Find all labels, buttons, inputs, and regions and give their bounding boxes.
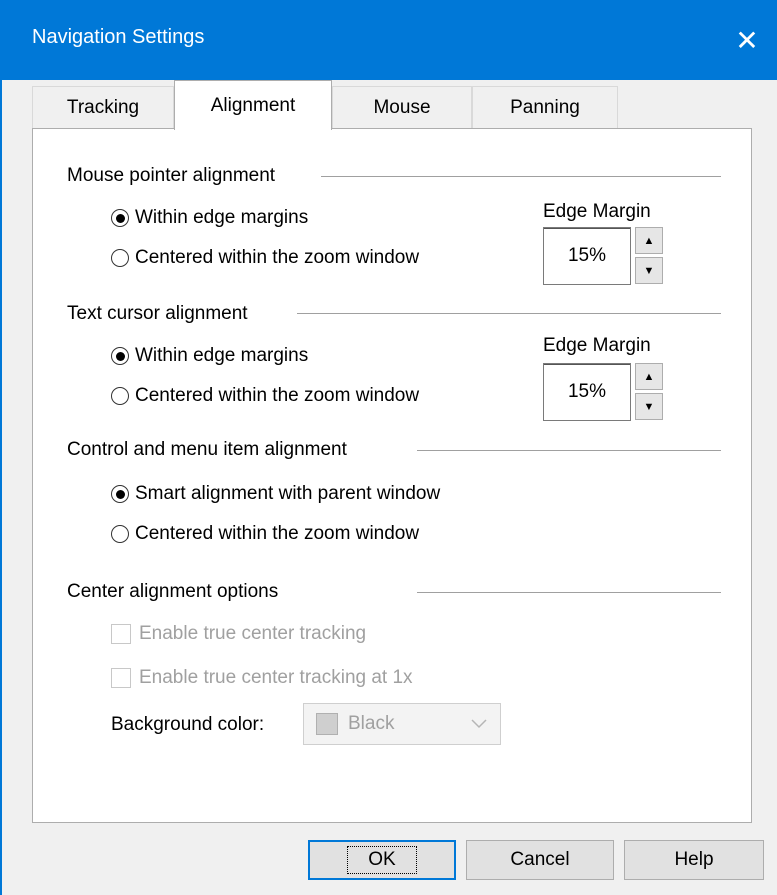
alignment-panel: Mouse pointer alignment Within edge marg… bbox=[32, 128, 752, 823]
window-border bbox=[0, 80, 2, 895]
color-swatch bbox=[316, 713, 338, 735]
checkbox-label: Enable true center tracking at 1x bbox=[139, 667, 413, 688]
mouse-pointer-group-title: Mouse pointer alignment bbox=[67, 165, 276, 186]
tab-mouse[interactable]: Mouse bbox=[332, 86, 472, 128]
radio-label: Centered within the zoom window bbox=[135, 385, 420, 406]
spin-up-icon[interactable]: ▲ bbox=[635, 227, 663, 254]
group-divider bbox=[417, 450, 721, 451]
background-color-label: Background color: bbox=[111, 714, 265, 735]
radio-selected-icon bbox=[111, 209, 129, 227]
spin-down-icon[interactable]: ▼ bbox=[635, 393, 663, 420]
group-divider bbox=[417, 592, 721, 593]
radio-unselected-icon bbox=[111, 525, 129, 543]
checkbox-icon bbox=[111, 668, 131, 688]
cancel-button[interactable]: Cancel bbox=[466, 840, 614, 880]
text-edge-margin-input[interactable]: 15% bbox=[543, 363, 631, 421]
close-icon[interactable]: ✕ bbox=[717, 0, 777, 80]
tab-alignment[interactable]: Alignment bbox=[174, 80, 332, 130]
text-within-margins-radio[interactable]: Within edge margins bbox=[111, 345, 308, 367]
mouse-edge-margin-input[interactable]: 15% bbox=[543, 227, 631, 285]
tab-panning[interactable]: Panning bbox=[472, 86, 618, 128]
text-edge-margin-label: Edge Margin bbox=[543, 335, 651, 356]
mouse-edge-margin-label: Edge Margin bbox=[543, 201, 651, 222]
true-center-checkbox[interactable]: Enable true center tracking bbox=[111, 623, 366, 645]
radio-unselected-icon bbox=[111, 387, 129, 405]
control-menu-group-title: Control and menu item alignment bbox=[67, 439, 347, 460]
group-divider bbox=[321, 176, 721, 177]
radio-label: Within edge margins bbox=[135, 207, 309, 228]
true-center-1x-checkbox[interactable]: Enable true center tracking at 1x bbox=[111, 667, 413, 689]
mouse-within-margins-radio[interactable]: Within edge margins bbox=[111, 207, 308, 229]
radio-label: Centered within the zoom window bbox=[135, 523, 420, 544]
spin-down-icon[interactable]: ▼ bbox=[635, 257, 663, 284]
window-title: Navigation Settings bbox=[32, 26, 205, 48]
checkbox-label: Enable true center tracking bbox=[139, 623, 367, 644]
radio-label: Within edge margins bbox=[135, 345, 309, 366]
spin-up-icon[interactable]: ▲ bbox=[635, 363, 663, 390]
help-button[interactable]: Help bbox=[624, 840, 764, 880]
smart-alignment-radio[interactable]: Smart alignment with parent window bbox=[111, 483, 440, 505]
text-centered-radio[interactable]: Centered within the zoom window bbox=[111, 385, 419, 407]
checkbox-icon bbox=[111, 624, 131, 644]
background-color-select[interactable]: Black bbox=[303, 703, 501, 745]
radio-selected-icon bbox=[111, 347, 129, 365]
mouse-centered-radio[interactable]: Centered within the zoom window bbox=[111, 247, 419, 269]
radio-selected-icon bbox=[111, 485, 129, 503]
radio-unselected-icon bbox=[111, 249, 129, 267]
ok-label: OK bbox=[347, 846, 417, 874]
group-divider bbox=[297, 313, 721, 314]
radio-label: Smart alignment with parent window bbox=[135, 483, 441, 504]
chevron-down-icon bbox=[458, 704, 500, 744]
background-color-value: Black bbox=[348, 713, 395, 734]
radio-label: Centered within the zoom window bbox=[135, 247, 420, 268]
tab-tracking[interactable]: Tracking bbox=[32, 86, 174, 128]
center-options-group-title: Center alignment options bbox=[67, 581, 279, 602]
title-bar: Navigation Settings ✕ bbox=[0, 0, 777, 80]
control-centered-radio[interactable]: Centered within the zoom window bbox=[111, 523, 419, 545]
text-cursor-group-title: Text cursor alignment bbox=[67, 303, 248, 324]
ok-button[interactable]: OK bbox=[308, 840, 456, 880]
